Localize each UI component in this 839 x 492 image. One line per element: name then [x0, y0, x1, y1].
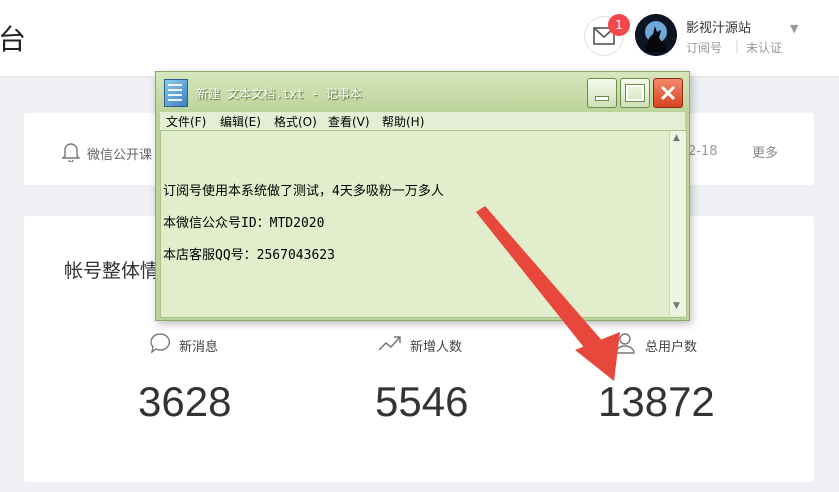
scroll-up-icon[interactable]: ▲: [673, 133, 680, 143]
notepad-titlebar[interactable]: 新建 文本文档.txt - 记事本: [156, 72, 689, 112]
stat-value-new-followers: 5546: [375, 378, 469, 425]
text-line: 订阅号使用本系统做了测试，4天多吸粉一万多人: [163, 184, 444, 199]
account-name[interactable]: 影视汁源站: [686, 17, 751, 36]
maximize-button[interactable]: [620, 78, 650, 108]
menu-edit[interactable]: 编辑(E): [220, 113, 261, 130]
stat-label-new-followers: 新增人数: [410, 340, 463, 355]
vertical-scrollbar[interactable]: ▲ ▼: [669, 131, 686, 315]
text-line: 本微信公众号ID：MTD2020: [163, 216, 325, 231]
menu-file[interactable]: 文件(F): [166, 113, 206, 130]
notepad-icon: [164, 79, 188, 107]
close-icon: [660, 85, 676, 101]
overview-title: 帐号整体情: [64, 260, 160, 282]
bell-icon: [62, 143, 80, 162]
user-icon: [615, 333, 635, 354]
mail-unread-badge: 1: [608, 14, 630, 36]
notepad-window[interactable]: 新建 文本文档.txt - 记事本 文件(F) 编辑(E) 格式(O) 查看(V…: [155, 71, 690, 321]
wolf-avatar-icon: [635, 14, 677, 56]
maximize-icon: [625, 84, 645, 102]
trend-up-icon: [378, 336, 401, 351]
notepad-title: 新建 文本文档.txt - 记事本: [196, 87, 362, 101]
account-type: 订阅号: [686, 41, 723, 55]
notice-text[interactable]: 微信公开课: [87, 144, 152, 163]
account-separator: |: [735, 39, 740, 53]
close-button[interactable]: [653, 78, 683, 108]
notepad-menubar: 文件(F) 编辑(E) 格式(O) 查看(V) 帮助(H): [160, 112, 685, 130]
minimize-icon: [595, 95, 609, 101]
verify-status: 未认证: [746, 41, 783, 55]
more-link[interactable]: 更多: [752, 142, 778, 161]
notice-date: 2-18: [688, 144, 718, 159]
menu-help[interactable]: 帮助(H): [382, 113, 424, 130]
text-line: 本店客服QQ号：2567043623: [163, 248, 335, 263]
scroll-down-icon[interactable]: ▼: [673, 301, 680, 311]
chevron-down-icon[interactable]: ▼: [790, 22, 798, 35]
stat-label-total-users: 总用户数: [645, 340, 698, 355]
stat-label-messages: 新消息: [179, 340, 219, 355]
notepad-text-area[interactable]: 订阅号使用本系统做了测试，4天多吸粉一万多人 本微信公众号ID：MTD2020 …: [160, 130, 687, 318]
minimize-button[interactable]: [587, 78, 617, 108]
menu-format[interactable]: 格式(O): [274, 113, 317, 130]
stat-value-total-users: 13872: [598, 378, 715, 425]
avatar[interactable]: [635, 14, 677, 56]
chat-bubble-icon: [150, 333, 171, 354]
menu-view[interactable]: 查看(V): [328, 113, 370, 130]
stat-value-messages: 3628: [138, 378, 232, 425]
brand-title: 台: [0, 23, 27, 56]
